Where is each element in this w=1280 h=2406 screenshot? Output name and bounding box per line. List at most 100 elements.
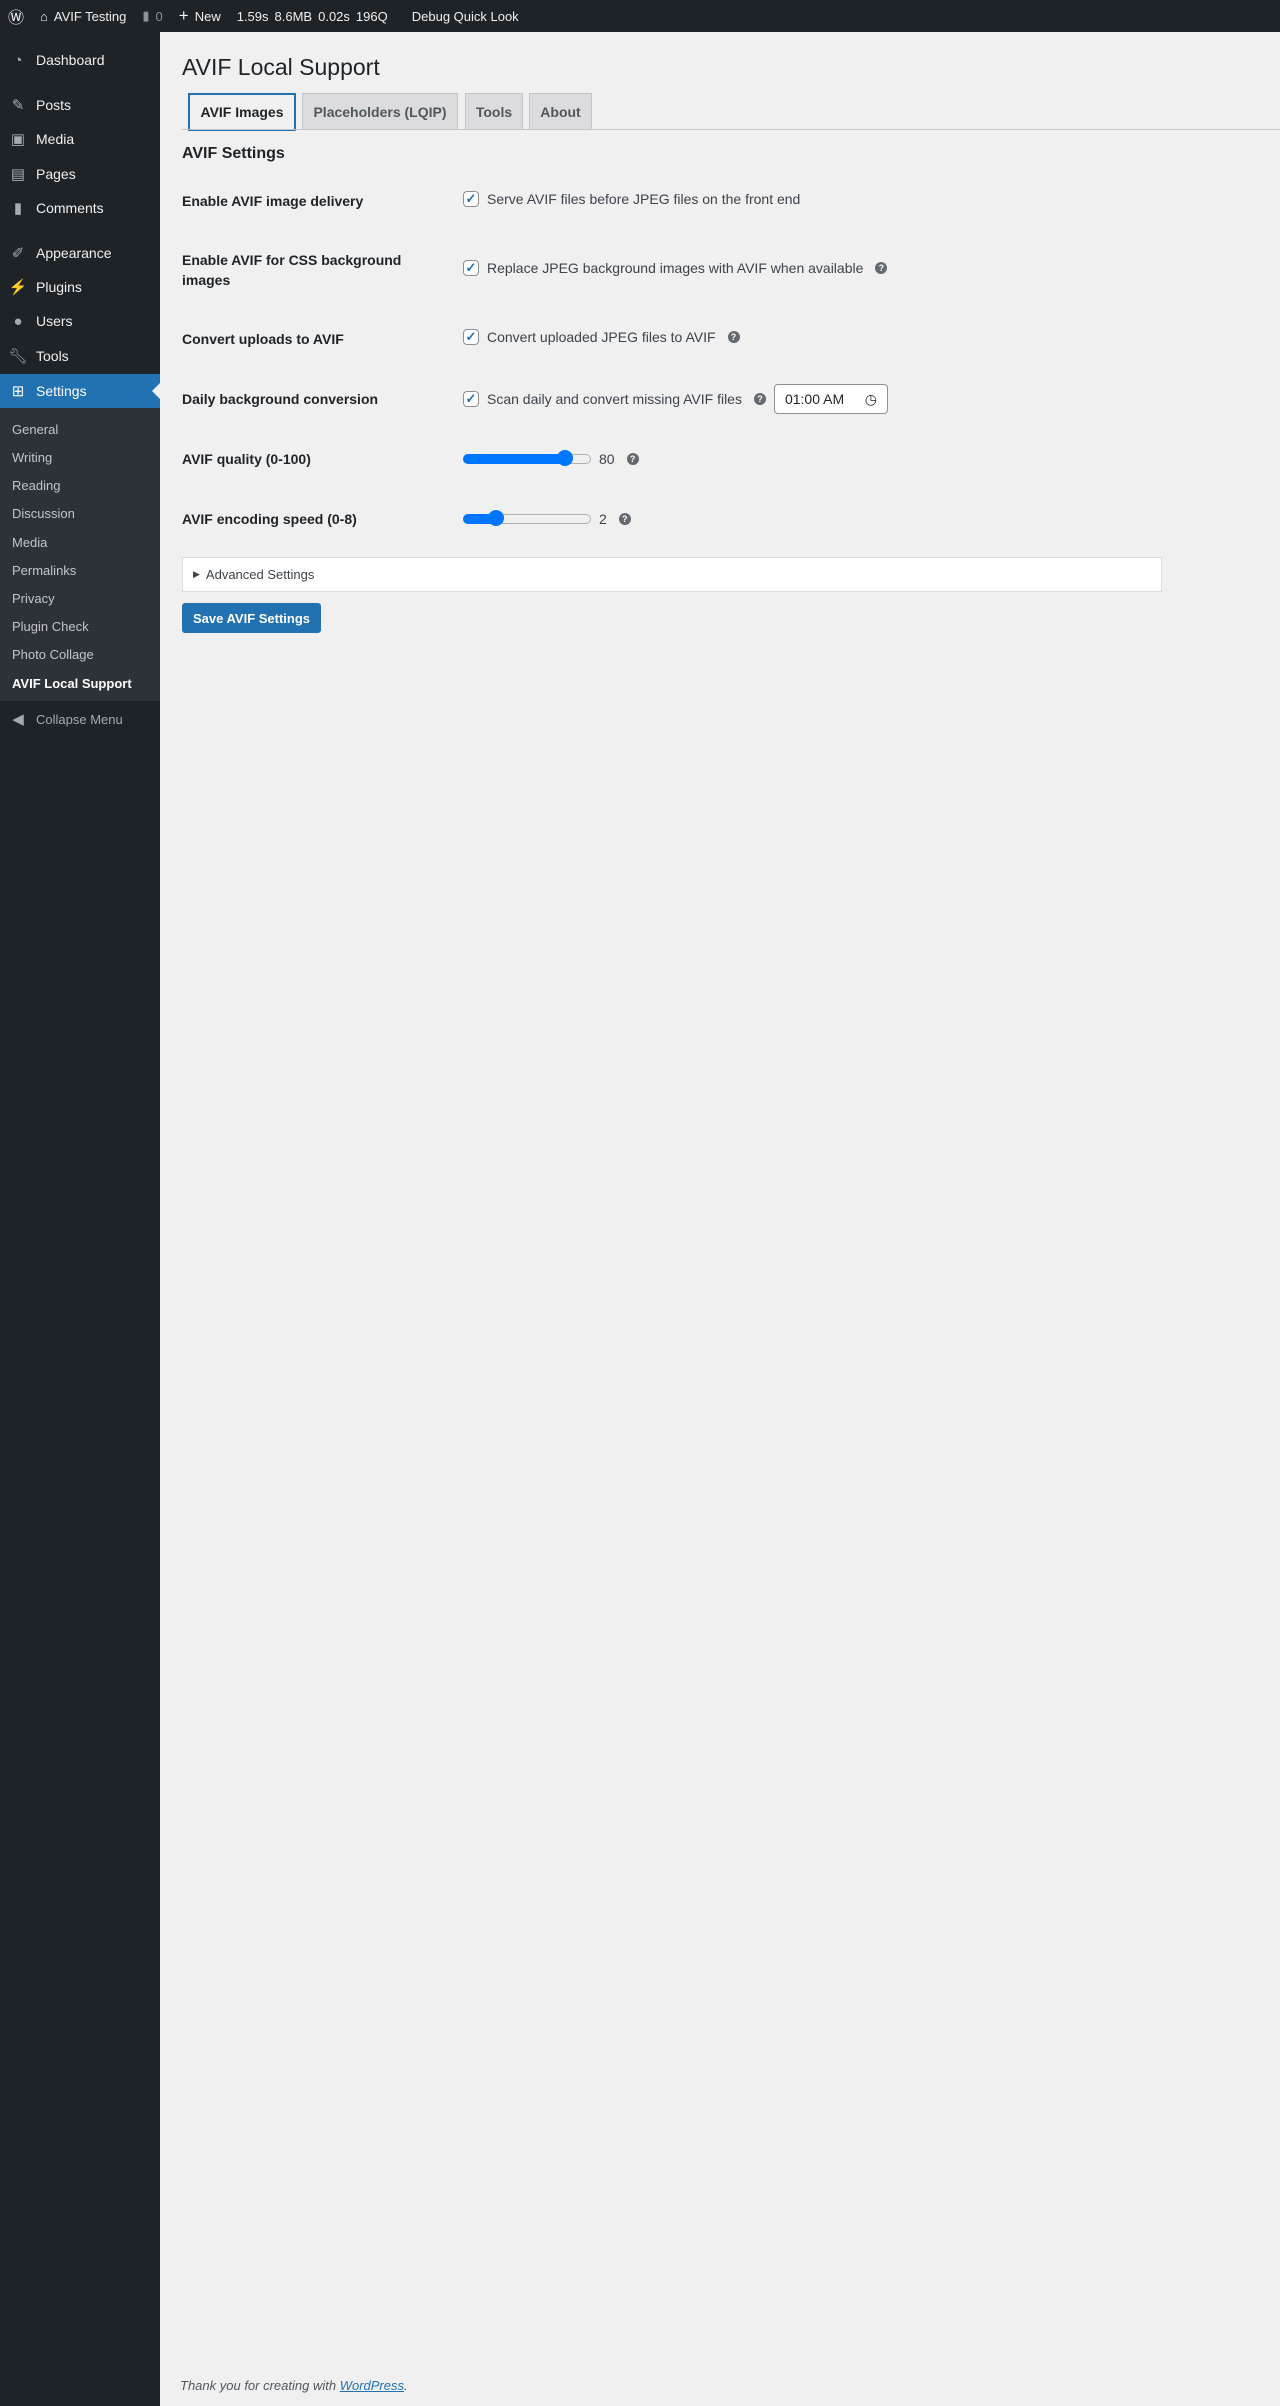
submenu-media[interactable]: Media — [12, 535, 47, 550]
wordpress-logo-icon[interactable]: Ⓦ — [0, 0, 32, 32]
user-icon: ● — [13, 312, 23, 330]
help-icon[interactable]: ? — [626, 453, 639, 465]
help-icon[interactable]: ? — [875, 262, 888, 274]
footer-period: . — [404, 2378, 408, 2393]
submenu-reading[interactable]: Reading — [12, 478, 60, 493]
setting-label: Enable AVIF image delivery — [182, 193, 364, 209]
sidebar-item-tools[interactable]: 🔧︎ Tools — [0, 339, 160, 373]
daily-conversion-checkbox[interactable]: ✓ — [463, 391, 479, 407]
dashboard-icon: ◔ — [13, 51, 23, 69]
submenu-avif-local-support[interactable]: AVIF Local Support — [12, 676, 132, 691]
home-icon: ⌂ — [40, 8, 48, 24]
setting-label: Enable AVIF for CSS background images — [182, 252, 402, 288]
checkbox-label[interactable]: Convert uploaded JPEG files to AVIF — [487, 329, 716, 345]
clock-icon[interactable]: ◷ — [865, 391, 877, 408]
checkbox-label[interactable]: Replace JPEG background images with AVIF… — [487, 260, 863, 276]
checkbox-label[interactable]: Serve AVIF files before JPEG files on th… — [487, 191, 800, 207]
settings-submenu: General Writing Reading Discussion Media… — [0, 408, 160, 701]
css-background-checkbox[interactable]: ✓ — [463, 260, 479, 276]
wrench-icon: 🔧︎ — [8, 348, 28, 365]
stat-memory: 8.6MB — [274, 8, 313, 24]
menu-label: Media — [36, 131, 75, 147]
quality-value: 80 — [599, 451, 615, 467]
help-icon[interactable]: ? — [727, 331, 740, 343]
pin-icon: ✎ — [11, 97, 25, 114]
admin-bar: Ⓦ ⌂ AVIF Testing ▮ 0 + New 1.59s 8.6MB 0.02s 1… — [0, 0, 1280, 32]
checkbox-label[interactable]: Scan daily and convert missing AVIF file… — [487, 391, 742, 407]
admin-footer: Thank you for creating with WordPress. — [180, 2378, 408, 2393]
schedule-time-input[interactable]: 01:00 AM ◷ — [773, 384, 888, 414]
slider-thumb[interactable] — [487, 510, 504, 526]
stat-time: 1.59s — [236, 8, 269, 24]
setting-label: Convert uploads to AVIF — [182, 331, 344, 347]
sidebar-item-comments[interactable]: ▮ Comments — [0, 191, 160, 225]
setting-label: AVIF encoding speed (0-8) — [182, 511, 357, 527]
debug-label: Debug Quick Look — [411, 8, 519, 24]
menu-label: Plugins — [36, 279, 82, 295]
stat-queries: 196Q — [355, 8, 388, 24]
submenu-photo-collage[interactable]: Photo Collage — [12, 647, 94, 662]
comment-icon: ▮ — [13, 200, 23, 217]
time-value: 01:00 AM — [784, 391, 845, 407]
quality-slider[interactable] — [463, 450, 591, 466]
menu-label: Comments — [36, 200, 104, 216]
brush-icon: ✐ — [11, 245, 25, 262]
sidebar-item-users[interactable]: ● Users — [0, 304, 160, 338]
collapse-label: Collapse Menu — [36, 711, 123, 727]
menu-label: Posts — [36, 97, 72, 113]
submenu-plugin-check[interactable]: Plugin Check — [12, 619, 89, 634]
section-heading: AVIF Settings — [182, 145, 285, 162]
sidebar-item-settings[interactable]: ⊞ Settings — [0, 374, 160, 408]
tab-tools[interactable]: Tools — [465, 93, 523, 130]
media-icon: ▣ — [10, 131, 26, 148]
disclosure-triangle-icon: ▶ — [193, 569, 200, 579]
sidebar-item-appearance[interactable]: ✐ Appearance — [0, 236, 160, 270]
setting-label: AVIF quality (0-100) — [182, 451, 311, 467]
sidebar-item-media[interactable]: ▣ Media — [0, 122, 160, 156]
advanced-label: Advanced Settings — [205, 567, 315, 582]
delivery-checkbox[interactable]: ✓ — [463, 191, 479, 207]
convert-uploads-checkbox[interactable]: ✓ — [463, 329, 479, 345]
submenu-discussion[interactable]: Discussion — [12, 506, 75, 521]
help-icon[interactable]: ? — [753, 393, 766, 405]
new-content-link[interactable]: + New — [171, 0, 229, 32]
debug-quick-look-link[interactable]: Debug Quick Look — [404, 0, 527, 32]
submenu-writing[interactable]: Writing — [12, 450, 52, 465]
collapse-icon: ◀ — [12, 711, 24, 728]
slider-thumb[interactable] — [556, 450, 573, 466]
speed-slider[interactable] — [463, 510, 591, 526]
sidebar-item-plugins[interactable]: ⚡ Plugins — [0, 270, 160, 304]
comment-icon: ▮ — [142, 8, 150, 23]
tab-about[interactable]: About — [529, 93, 592, 130]
sidebar-item-posts[interactable]: ✎ Posts — [0, 88, 160, 122]
submenu-privacy[interactable]: Privacy — [12, 591, 55, 606]
menu-label: Settings — [36, 383, 87, 399]
sidebar-item-pages[interactable]: ▤ Pages — [0, 157, 160, 191]
advanced-settings-toggle[interactable]: ▶ Advanced Settings — [182, 557, 1162, 592]
footer-text: Thank you for creating with — [180, 2378, 340, 2393]
menu-label: Pages — [36, 166, 76, 182]
submenu-permalinks[interactable]: Permalinks — [12, 563, 76, 578]
menu-label: Users — [36, 313, 73, 329]
site-name: AVIF Testing — [53, 8, 127, 24]
setting-label: Daily background conversion — [182, 391, 379, 407]
settings-icon: ⊞ — [11, 383, 25, 400]
menu-label: Dashboard — [36, 52, 105, 68]
tab-placeholders[interactable]: Placeholders (LQIP) — [302, 93, 458, 130]
sidebar-item-dashboard[interactable]: ◔ Dashboard — [0, 43, 160, 77]
admin-sidebar: ◔ Dashboard ✎ Posts ▣ Media ▤ Pages ▮ Comment… — [0, 32, 160, 2406]
query-monitor-stats[interactable]: 1.59s 8.6MB 0.02s 196Q — [229, 0, 396, 32]
pages-icon: ▤ — [10, 166, 26, 183]
submenu-general[interactable]: General — [12, 422, 58, 437]
tab-avif-images[interactable]: AVIF Images — [188, 93, 296, 131]
menu-label: Tools — [36, 348, 69, 364]
tab-divider — [182, 129, 1280, 130]
wordpress-link[interactable]: WordPress — [340, 2378, 404, 2393]
collapse-menu-button[interactable]: ◀ Collapse Menu — [0, 702, 160, 736]
plus-icon: + — [178, 6, 189, 25]
help-icon[interactable]: ? — [618, 513, 631, 525]
save-settings-button[interactable]: Save AVIF Settings — [182, 603, 322, 633]
new-label: New — [194, 8, 221, 24]
site-name-link[interactable]: ⌂ AVIF Testing — [32, 0, 134, 32]
comments-link[interactable]: ▮ 0 — [134, 0, 170, 32]
